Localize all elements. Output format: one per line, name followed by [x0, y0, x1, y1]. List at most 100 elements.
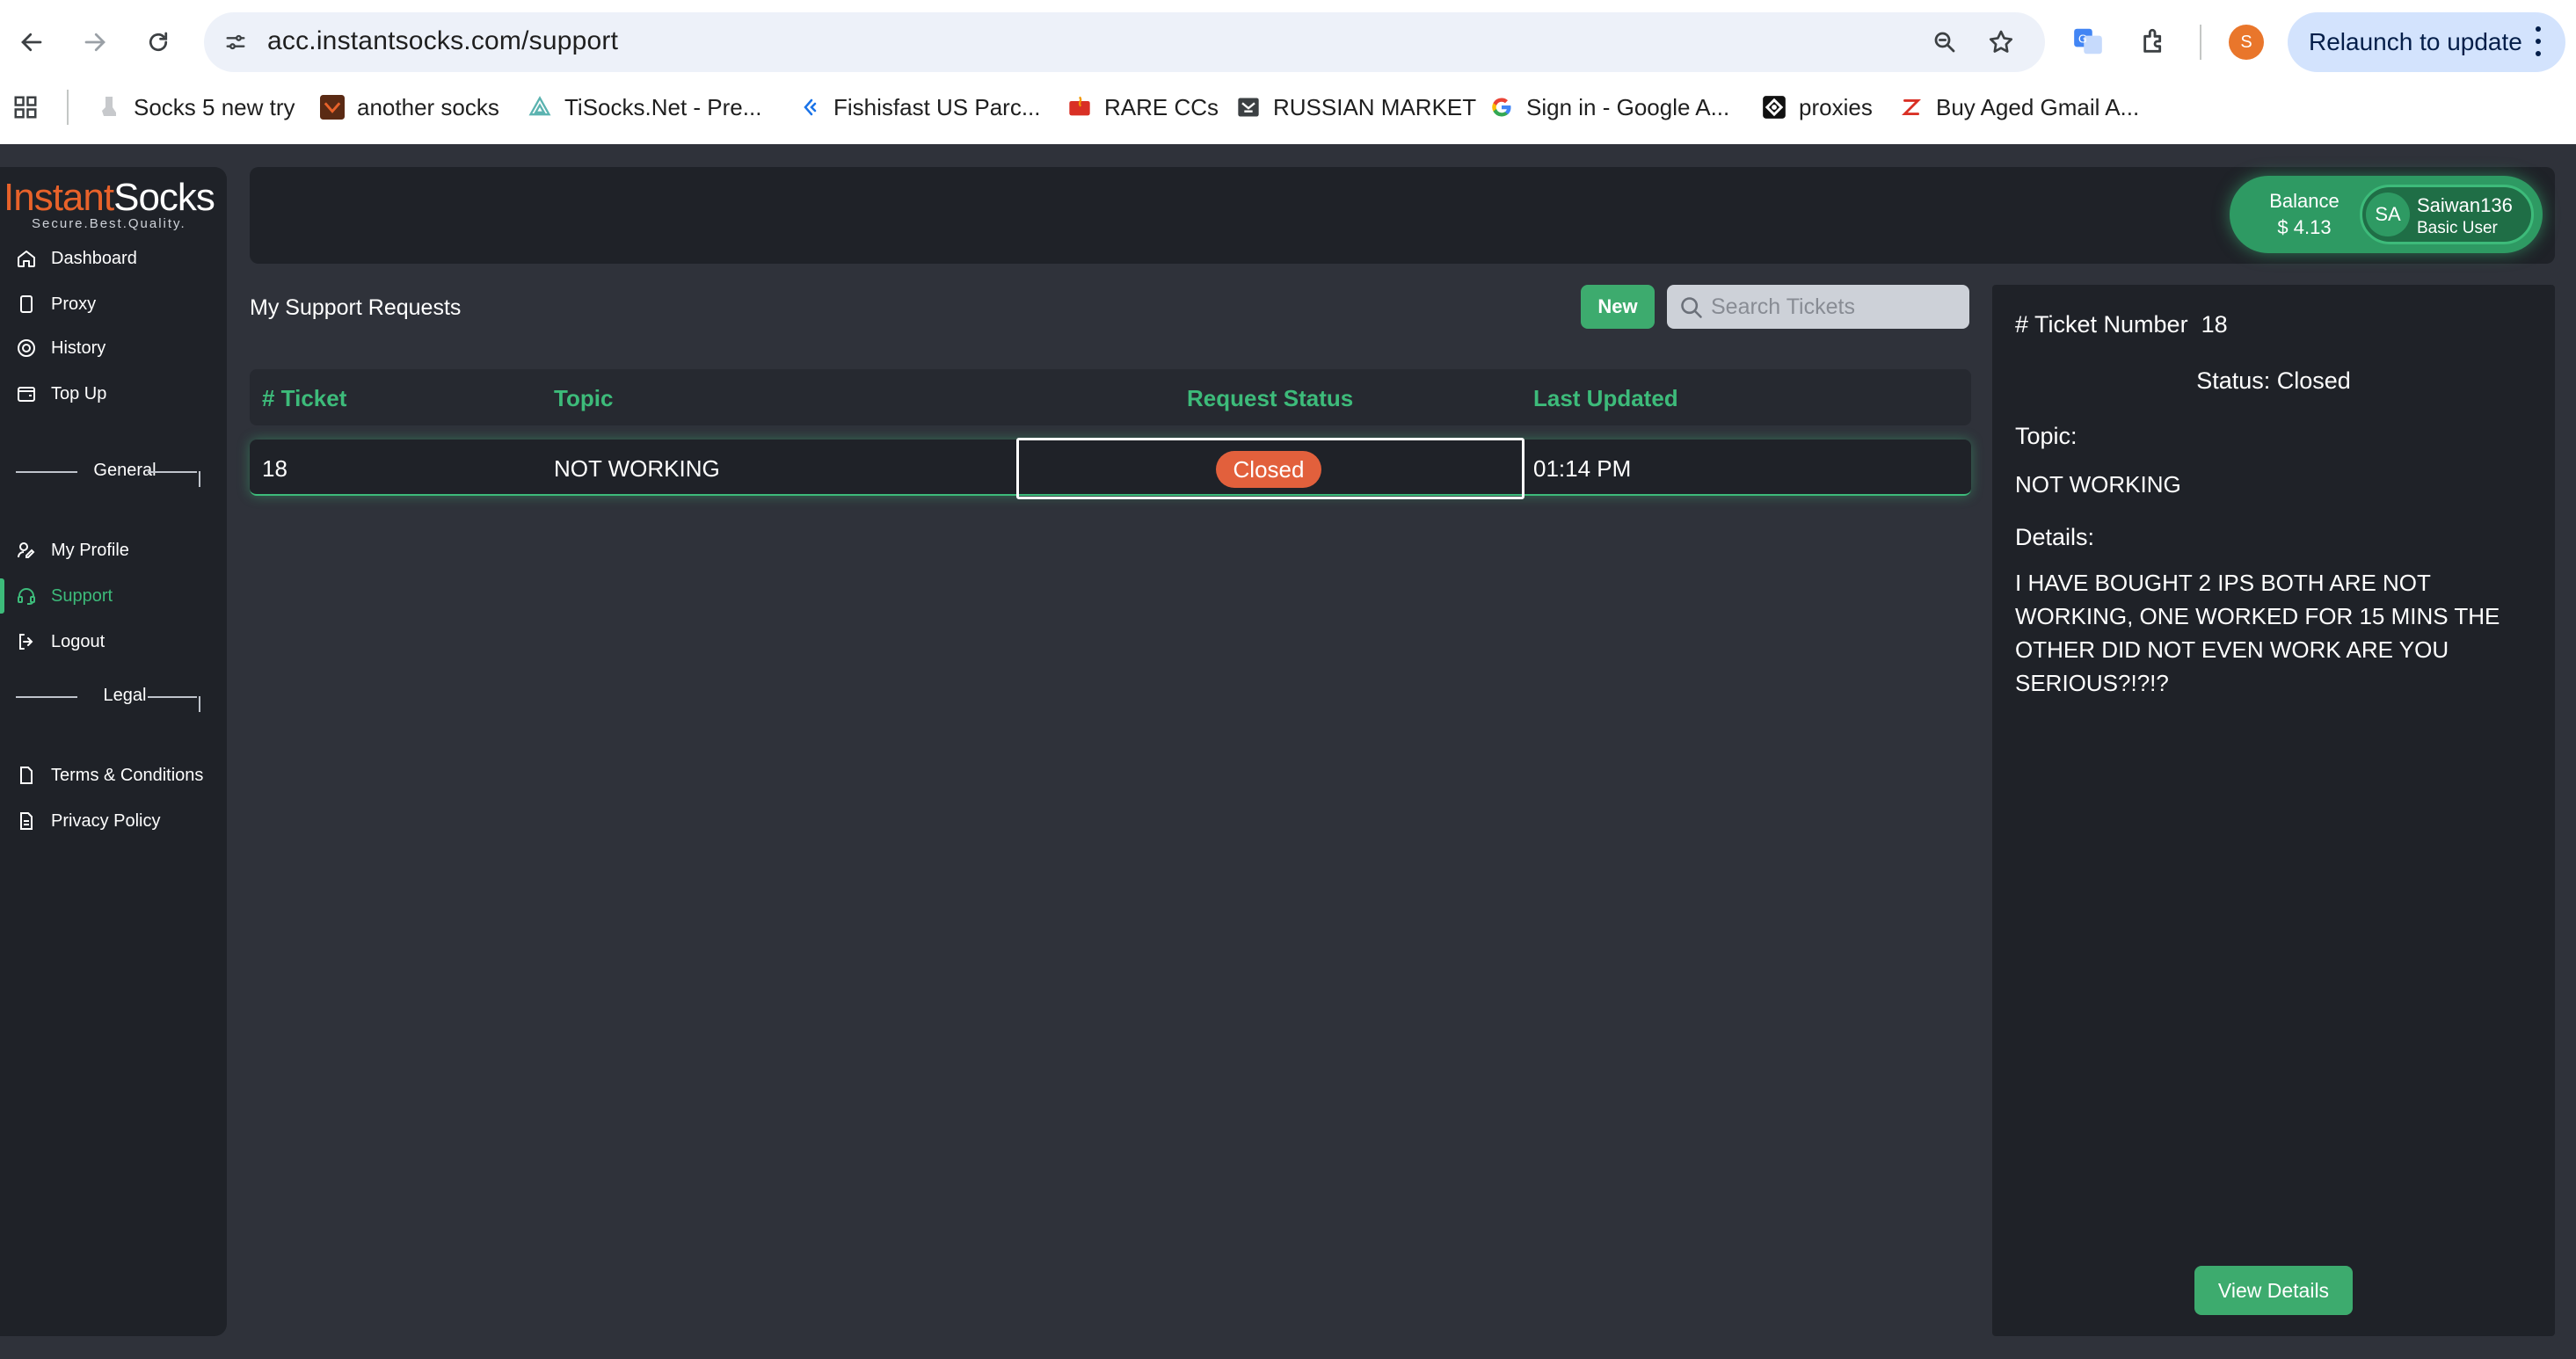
logo-tagline: Secure.Best.Quality. [32, 216, 186, 231]
ticket-number-value: 18 [2201, 311, 2228, 338]
browser-profile-avatar[interactable]: S [2229, 25, 2264, 60]
top-bar: Balance $ 4.13 SA Saiwan136 Basic User [250, 167, 2555, 264]
cell-request-status[interactable]: Closed [1016, 438, 1524, 499]
topic-label: Topic: [2015, 423, 2078, 449]
instantsocks-logo[interactable]: InstantSocks Secure.Best.Quality. [4, 176, 223, 231]
table-row[interactable]: 18 NOT WORKING Closed 01:14 PM [250, 438, 1971, 499]
headset-icon [18, 588, 35, 605]
username: Saiwan136 [2417, 194, 2513, 216]
user-role: Basic User [2417, 219, 2498, 237]
bookmark-favicon-icon [797, 95, 821, 120]
bookmark-another-socks[interactable]: another socks [320, 86, 499, 128]
table-header: # Ticket Topic Request Status Last Updat… [250, 369, 1971, 425]
view-details-button[interactable]: View Details [2194, 1266, 2353, 1315]
reload-icon [149, 32, 168, 52]
details-label: Details: [2015, 524, 2095, 550]
bookmark-socks5[interactable]: Socks 5 new try [97, 86, 295, 128]
bookmark-divider [67, 90, 69, 125]
bookmark-favicon-icon [1899, 95, 1924, 120]
sidebar-group-general[interactable]: General [16, 454, 209, 489]
bookmark-fishisfast[interactable]: Fishisfast US Parc... [797, 86, 1041, 128]
bookmark-favicon-icon [1067, 95, 1092, 120]
more-menu-icon[interactable] [2536, 26, 2541, 56]
user-edit-icon [18, 542, 35, 558]
document-icon [20, 767, 33, 784]
cell-ticket: 18 [262, 455, 287, 482]
zoom-icon[interactable] [1927, 25, 1962, 60]
arrow-left-icon [21, 33, 42, 52]
ticket-number-heading: # Ticket Number 18 [2015, 311, 2228, 338]
relaunch-label: Relaunch to update [2309, 28, 2522, 55]
sidebar-item-history[interactable]: History [16, 331, 106, 366]
apps-grid-icon [14, 96, 37, 119]
details-value: I HAVE BOUGHT 2 IPS BOTH ARE NOT WORKING… [2015, 570, 2500, 696]
url-text[interactable]: acc.instantsocks.com/support [267, 26, 618, 56]
search-tickets[interactable] [1667, 285, 1969, 329]
arrow-right-icon [84, 33, 106, 52]
column-request-status[interactable]: Request Status [1187, 385, 1353, 412]
logout-icon [19, 634, 33, 650]
ticket-number-label: # Ticket Number [2015, 311, 2188, 338]
relaunch-button[interactable]: Relaunch to update [2288, 12, 2565, 72]
bookmark-buy-aged-gmail[interactable]: Buy Aged Gmail A... [1899, 86, 2139, 128]
device-icon [20, 295, 33, 313]
bookmark-russian-market[interactable]: RUSSIAN MARKET [1236, 86, 1476, 128]
bookmark-favicon-icon [97, 95, 121, 120]
reload-button[interactable] [134, 18, 183, 67]
sidebar-item-proxy[interactable]: Proxy [16, 287, 96, 322]
column-ticket[interactable]: # Ticket [262, 385, 346, 412]
translate-icon[interactable]: G [2066, 19, 2110, 63]
bookmark-favicon-icon [528, 95, 552, 120]
toolbar-divider [2200, 25, 2201, 60]
bookmark-rare-ccs[interactable]: RARE CCs [1067, 86, 1219, 128]
bookmark-google-signin[interactable]: Sign in - Google A... [1489, 86, 1729, 128]
page-title: My Support Requests [250, 295, 462, 320]
back-button[interactable] [7, 18, 56, 67]
sidebar-item-topup[interactable]: Top Up [16, 376, 106, 411]
search-input[interactable] [1711, 292, 1962, 322]
balance-value: $ 4.13 [2277, 216, 2332, 238]
sidebar-item-terms[interactable]: Terms & Conditions [16, 758, 203, 793]
chevron-down-icon [188, 696, 200, 712]
address-bar[interactable]: acc.instantsocks.com/support [204, 12, 2045, 72]
bookmark-proxies[interactable]: proxies [1762, 86, 1873, 128]
forward-button[interactable] [70, 18, 120, 67]
sidebar-item-support[interactable]: Support [16, 578, 113, 614]
history-icon [18, 339, 35, 357]
new-ticket-button[interactable]: New [1581, 285, 1655, 329]
apps-grid-button[interactable] [12, 86, 39, 128]
sidebar-item-dashboard[interactable]: Dashboard [16, 241, 137, 276]
extensions-icon[interactable] [2133, 19, 2177, 63]
active-indicator [0, 578, 4, 614]
status-badge: Closed [1216, 451, 1321, 488]
avatar: SA [2366, 193, 2410, 236]
app-area: InstantSocks Secure.Best.Quality. Dashbo… [0, 144, 2576, 1359]
star-icon[interactable] [1983, 25, 2019, 60]
bookmark-favicon-icon [320, 95, 345, 120]
sidebar: InstantSocks Secure.Best.Quality. Dashbo… [0, 167, 227, 1336]
sidebar-group-legal[interactable]: Legal [16, 679, 209, 714]
document-icon [20, 812, 33, 830]
balance-label: Balance [2269, 190, 2340, 212]
bookmarks-bar: Socks 5 new try another socks TiSocks.Ne… [0, 86, 2576, 128]
sidebar-item-my-profile[interactable]: My Profile [16, 533, 129, 568]
column-topic[interactable]: Topic [554, 385, 613, 412]
site-info-icon[interactable] [218, 25, 253, 60]
wallet-icon [18, 387, 35, 402]
logo-brand-left: Instant [4, 176, 114, 219]
sidebar-item-logout[interactable]: Logout [16, 624, 105, 659]
user-menu[interactable]: SA Saiwan136 Basic User [2360, 185, 2534, 244]
search-icon [1681, 297, 1702, 318]
topic-value: NOT WORKING [2015, 471, 2181, 498]
cell-topic: NOT WORKING [554, 455, 720, 482]
chevron-down-icon [188, 471, 200, 487]
browser-chrome: acc.instantsocks.com/support G S Relaunc… [0, 0, 2576, 144]
logo-brand-right: Socks [113, 176, 215, 219]
bookmark-favicon-icon [1762, 95, 1786, 120]
user-balance-pill[interactable]: Balance $ 4.13 SA Saiwan136 Basic User [2230, 176, 2543, 253]
svg-text:G: G [2078, 33, 2087, 46]
column-last-updated[interactable]: Last Updated [1533, 385, 1678, 412]
google-icon [1489, 95, 1514, 120]
sidebar-item-privacy[interactable]: Privacy Policy [16, 803, 160, 839]
bookmark-tisocks[interactable]: TiSocks.Net - Pre... [528, 86, 761, 128]
